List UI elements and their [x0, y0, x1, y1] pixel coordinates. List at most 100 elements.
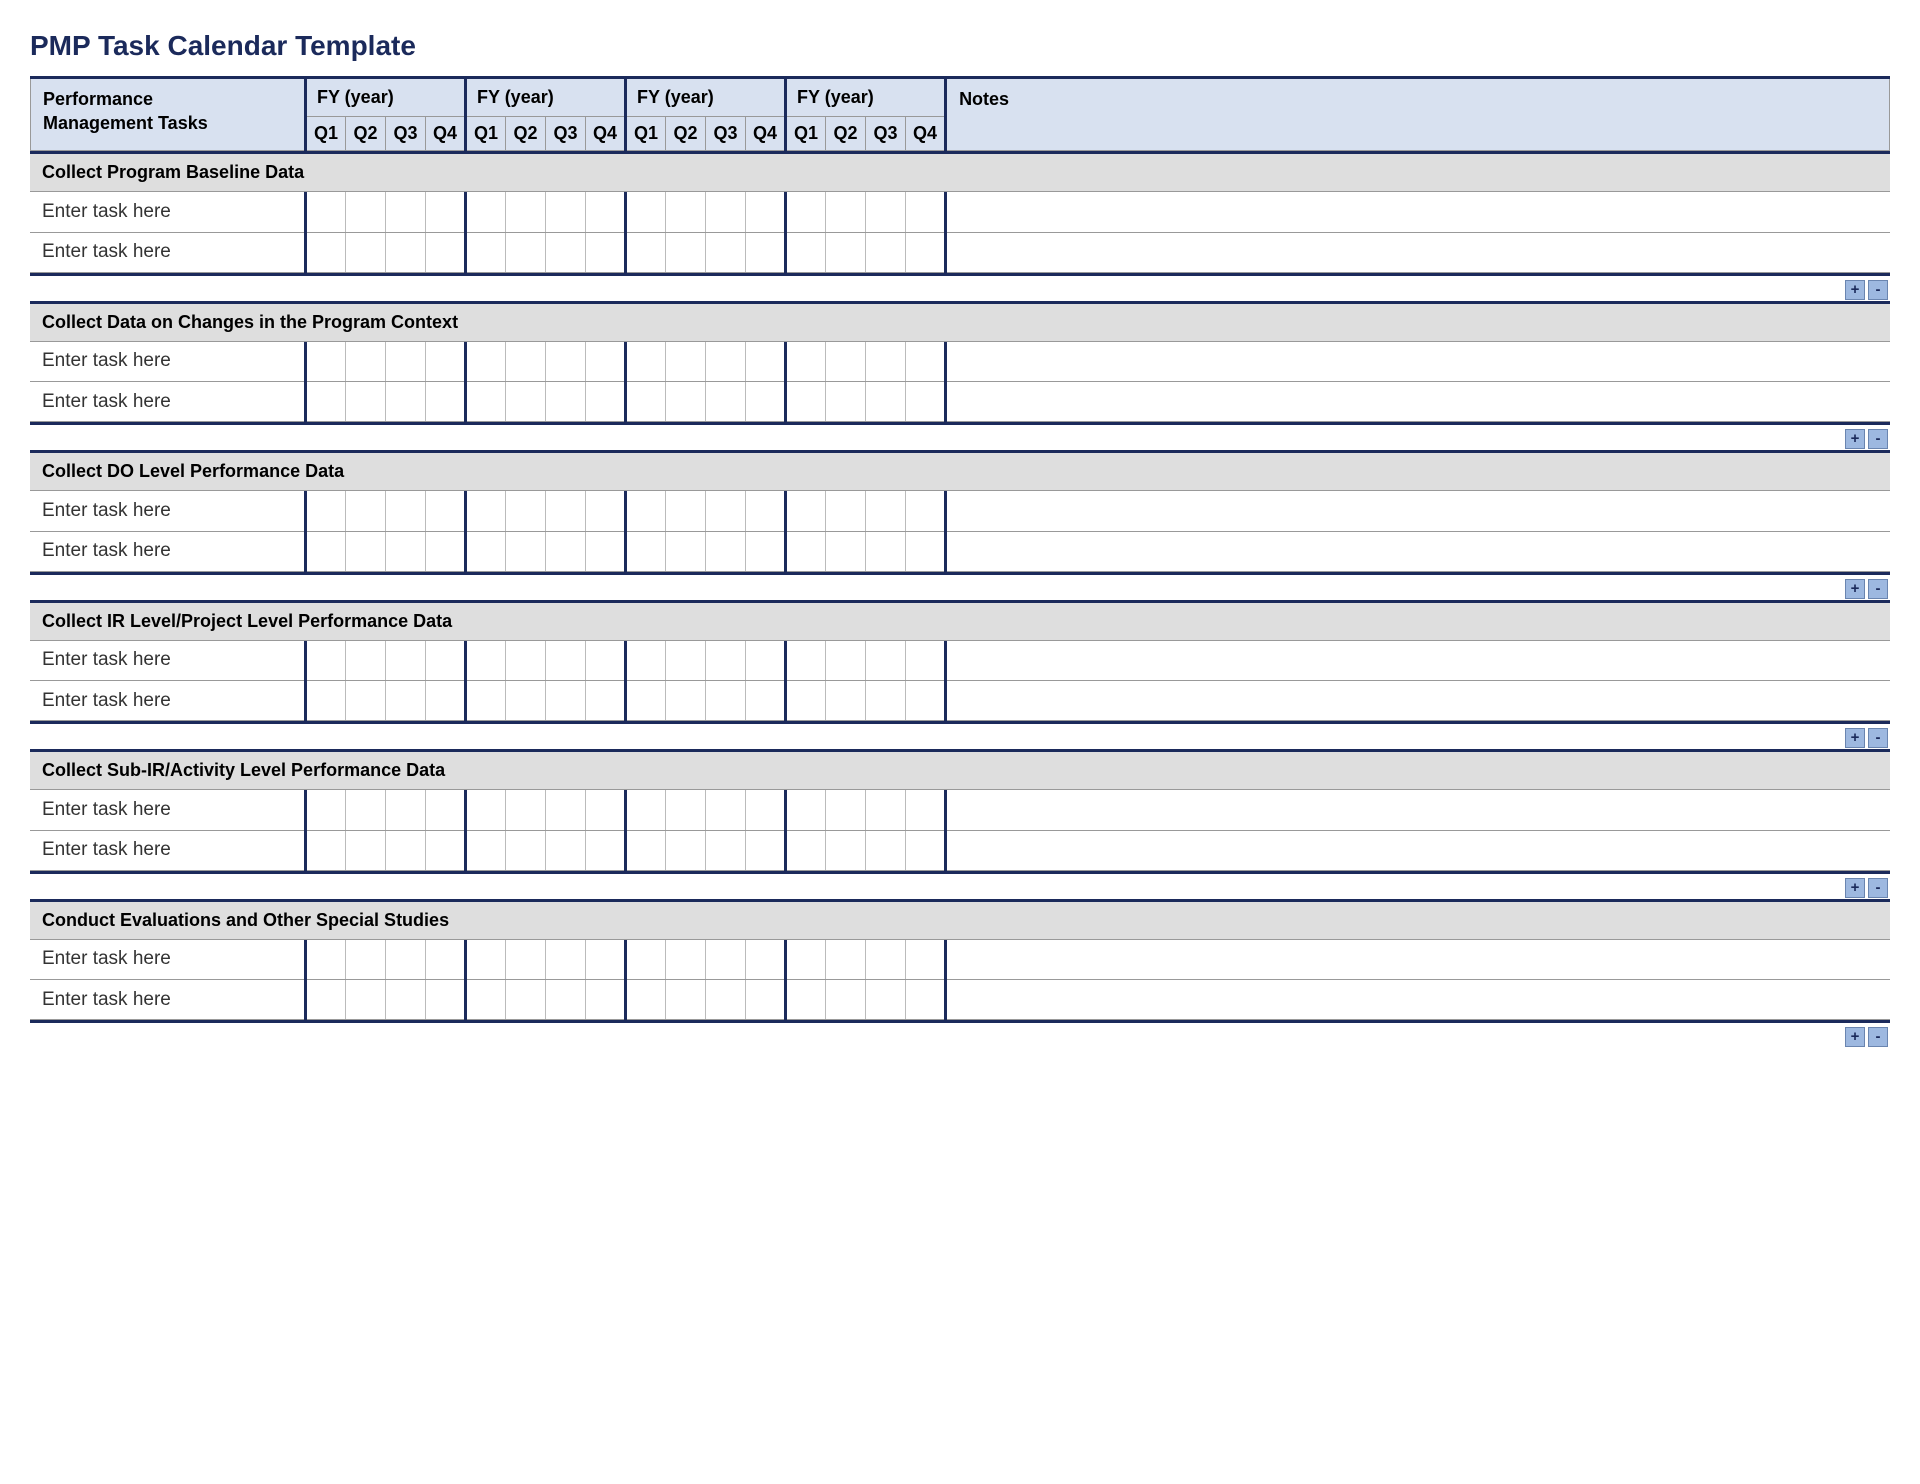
quarter-cell[interactable] [305, 641, 345, 681]
quarter-cell[interactable] [545, 382, 585, 422]
quarter-cell[interactable] [905, 342, 945, 382]
quarter-cell[interactable] [385, 641, 425, 681]
quarter-cell[interactable] [665, 491, 705, 531]
quarter-cell[interactable] [705, 531, 745, 571]
quarter-cell[interactable] [585, 681, 625, 721]
task-name-cell[interactable]: Enter task here [30, 342, 305, 382]
quarter-cell[interactable] [465, 382, 505, 422]
notes-cell[interactable] [945, 790, 1890, 830]
quarter-cell[interactable] [785, 192, 825, 232]
quarter-cell[interactable] [785, 830, 825, 870]
quarter-cell[interactable] [545, 232, 585, 272]
quarter-cell[interactable] [625, 830, 665, 870]
quarter-cell[interactable] [345, 192, 385, 232]
quarter-cell[interactable] [585, 980, 625, 1020]
quarter-cell[interactable] [745, 192, 785, 232]
quarter-cell[interactable] [785, 531, 825, 571]
quarter-cell[interactable] [825, 382, 865, 422]
quarter-cell[interactable] [665, 641, 705, 681]
quarter-cell[interactable] [305, 192, 345, 232]
quarter-cell[interactable] [745, 681, 785, 721]
quarter-cell[interactable] [305, 491, 345, 531]
quarter-cell[interactable] [425, 681, 465, 721]
quarter-cell[interactable] [625, 491, 665, 531]
notes-cell[interactable] [945, 980, 1890, 1020]
quarter-cell[interactable] [585, 342, 625, 382]
task-name-cell[interactable]: Enter task here [30, 491, 305, 531]
task-name-cell[interactable]: Enter task here [30, 790, 305, 830]
add-row-button[interactable]: + [1845, 429, 1865, 449]
remove-row-button[interactable]: - [1868, 1027, 1888, 1047]
task-name-cell[interactable]: Enter task here [30, 382, 305, 422]
quarter-cell[interactable] [505, 491, 545, 531]
quarter-cell[interactable] [865, 641, 905, 681]
task-name-cell[interactable]: Enter task here [30, 681, 305, 721]
quarter-cell[interactable] [305, 940, 345, 980]
quarter-cell[interactable] [585, 641, 625, 681]
quarter-cell[interactable] [385, 232, 425, 272]
quarter-cell[interactable] [425, 342, 465, 382]
quarter-cell[interactable] [345, 830, 385, 870]
quarter-cell[interactable] [825, 232, 865, 272]
quarter-cell[interactable] [385, 940, 425, 980]
quarter-cell[interactable] [545, 531, 585, 571]
quarter-cell[interactable] [345, 980, 385, 1020]
quarter-cell[interactable] [385, 980, 425, 1020]
quarter-cell[interactable] [705, 940, 745, 980]
quarter-cell[interactable] [625, 531, 665, 571]
quarter-cell[interactable] [425, 232, 465, 272]
quarter-cell[interactable] [385, 681, 425, 721]
quarter-cell[interactable] [585, 232, 625, 272]
quarter-cell[interactable] [625, 232, 665, 272]
quarter-cell[interactable] [865, 531, 905, 571]
quarter-cell[interactable] [505, 192, 545, 232]
quarter-cell[interactable] [865, 192, 905, 232]
task-name-cell[interactable]: Enter task here [30, 980, 305, 1020]
quarter-cell[interactable] [305, 382, 345, 422]
quarter-cell[interactable] [345, 531, 385, 571]
quarter-cell[interactable] [385, 382, 425, 422]
quarter-cell[interactable] [745, 940, 785, 980]
quarter-cell[interactable] [905, 491, 945, 531]
quarter-cell[interactable] [425, 192, 465, 232]
quarter-cell[interactable] [545, 342, 585, 382]
quarter-cell[interactable] [865, 940, 905, 980]
quarter-cell[interactable] [825, 940, 865, 980]
quarter-cell[interactable] [665, 681, 705, 721]
quarter-cell[interactable] [905, 192, 945, 232]
notes-cell[interactable] [945, 342, 1890, 382]
task-name-cell[interactable]: Enter task here [30, 940, 305, 980]
quarter-cell[interactable] [625, 641, 665, 681]
remove-row-button[interactable]: - [1868, 579, 1888, 599]
quarter-cell[interactable] [585, 192, 625, 232]
quarter-cell[interactable] [705, 382, 745, 422]
quarter-cell[interactable] [785, 641, 825, 681]
quarter-cell[interactable] [825, 980, 865, 1020]
quarter-cell[interactable] [345, 342, 385, 382]
quarter-cell[interactable] [505, 940, 545, 980]
quarter-cell[interactable] [905, 940, 945, 980]
quarter-cell[interactable] [545, 790, 585, 830]
quarter-cell[interactable] [425, 940, 465, 980]
quarter-cell[interactable] [625, 382, 665, 422]
quarter-cell[interactable] [625, 192, 665, 232]
quarter-cell[interactable] [585, 790, 625, 830]
quarter-cell[interactable] [745, 790, 785, 830]
quarter-cell[interactable] [865, 980, 905, 1020]
task-name-cell[interactable]: Enter task here [30, 830, 305, 870]
quarter-cell[interactable] [505, 382, 545, 422]
quarter-cell[interactable] [665, 192, 705, 232]
quarter-cell[interactable] [865, 342, 905, 382]
quarter-cell[interactable] [345, 681, 385, 721]
quarter-cell[interactable] [505, 980, 545, 1020]
quarter-cell[interactable] [585, 531, 625, 571]
quarter-cell[interactable] [385, 790, 425, 830]
quarter-cell[interactable] [625, 681, 665, 721]
quarter-cell[interactable] [865, 491, 905, 531]
quarter-cell[interactable] [465, 641, 505, 681]
quarter-cell[interactable] [505, 342, 545, 382]
quarter-cell[interactable] [385, 342, 425, 382]
quarter-cell[interactable] [705, 681, 745, 721]
quarter-cell[interactable] [705, 641, 745, 681]
quarter-cell[interactable] [785, 681, 825, 721]
